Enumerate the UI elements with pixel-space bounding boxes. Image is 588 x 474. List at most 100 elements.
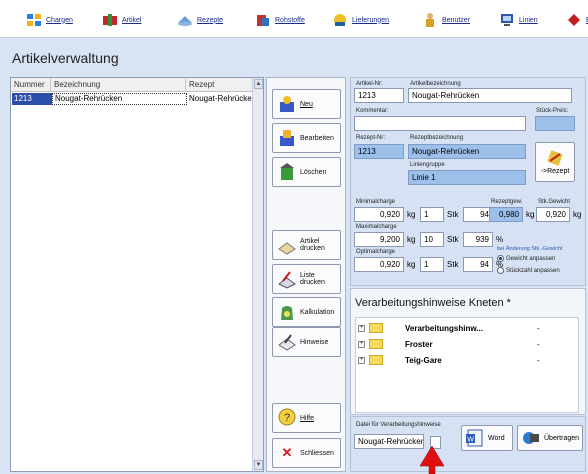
toolbar-benutzer-label: Benutzer bbox=[442, 16, 471, 24]
folder-icon bbox=[369, 323, 383, 333]
datei-field[interactable]: Nougat-Rehrücken bbox=[354, 434, 424, 449]
svg-text:?: ? bbox=[284, 412, 290, 424]
max-pct-field[interactable]: 939 bbox=[463, 232, 493, 247]
min-stk-field[interactable]: 1 bbox=[420, 207, 444, 222]
rezeptgew-unit: kg bbox=[526, 210, 535, 219]
radio-stueckzahl-label: Stückzahl anpassen bbox=[506, 267, 560, 274]
opt-kg-field[interactable]: 0,920 bbox=[354, 257, 404, 272]
radio-gewicht-anpassen[interactable]: Gewicht anpassen bbox=[497, 255, 555, 262]
radio-stueckzahl-anpassen[interactable]: Stückzahl anpassen bbox=[497, 267, 560, 274]
delete-icon bbox=[277, 162, 297, 182]
toolbar-lieferungen-label: Lieferungen bbox=[352, 16, 389, 24]
kommentar-field[interactable] bbox=[354, 116, 526, 131]
stk-gewicht-unit: kg bbox=[573, 210, 582, 219]
minimalcharge-label: Minimalcharge bbox=[356, 199, 396, 205]
hinweise-button[interactable]: Hinweise bbox=[272, 327, 341, 357]
rezeptbezeichnung-label: Rezeptbezeichnung bbox=[410, 135, 464, 141]
file-panel: Datei für Verarbeitungshinweise Nougat-R… bbox=[350, 416, 586, 472]
toolbar-rezepte-label: Rezepte bbox=[197, 16, 224, 24]
schliessen-button-label: Schliessen bbox=[300, 449, 334, 457]
word-button[interactable]: W Word bbox=[461, 425, 513, 451]
hinweise-button-label: Hinweise bbox=[300, 338, 329, 346]
artikel-drucken-button[interactable]: Artikel drucken bbox=[272, 230, 341, 260]
toolbar-rohstoffe[interactable]: Rohstoffe bbox=[255, 10, 305, 30]
column-header-rezept[interactable]: Rezept bbox=[186, 78, 253, 92]
toolbar-artikel-label: Artikel bbox=[122, 16, 142, 24]
max-kg-field[interactable]: 9,200 bbox=[354, 232, 404, 247]
scroll-down-icon[interactable]: ▼ bbox=[254, 460, 263, 470]
uebertragen-button[interactable]: Übertragen bbox=[517, 425, 583, 451]
opt-stk-field[interactable]: 1 bbox=[420, 257, 444, 272]
expand-icon[interactable]: + bbox=[358, 324, 365, 332]
stk-gewicht-field[interactable]: 0,920 bbox=[536, 207, 570, 222]
linien-icon bbox=[501, 14, 513, 26]
tree-row[interactable]: + Teig-Gare - bbox=[358, 353, 576, 367]
benutzer-icon bbox=[426, 13, 434, 27]
new-icon bbox=[277, 94, 297, 114]
scroll-up-icon[interactable]: ▲ bbox=[254, 79, 263, 89]
toolbar-linien[interactable]: Linien bbox=[499, 10, 538, 30]
rezept-button[interactable]: ->Rezept bbox=[535, 142, 575, 182]
kalkulation-button-label: Kalkulation bbox=[300, 308, 335, 316]
tree-row-name: Teig-Gare bbox=[405, 355, 442, 365]
toolbar-chargen[interactable]: Chargen bbox=[26, 10, 73, 30]
max-stk-field[interactable]: 10 bbox=[420, 232, 444, 247]
toolbar-benutzer[interactable]: Benutzer bbox=[422, 10, 470, 30]
expand-icon[interactable]: + bbox=[358, 356, 365, 364]
artikelbezeichnung-field[interactable]: Nougat-Rehrücken bbox=[408, 88, 572, 103]
min-kg-field[interactable]: 0,920 bbox=[354, 207, 404, 222]
processing-tree[interactable]: + Verarbeitungshinw... - + Froster - + T… bbox=[355, 317, 579, 413]
bearbeiten-button[interactable]: Bearbeiten bbox=[272, 123, 341, 153]
rezeptbezeichnung-field: Nougat-Rehrücken bbox=[408, 144, 526, 159]
stueck-preis-field[interactable] bbox=[535, 116, 575, 131]
tree-row-name: Verarbeitungshinw... bbox=[405, 323, 483, 333]
artikel-nr-field[interactable]: 1213 bbox=[354, 88, 404, 103]
rezepte-icon bbox=[178, 16, 192, 26]
liste-drucken-button[interactable]: Liste drucken bbox=[272, 264, 341, 294]
aenderung-label: bei Änderung Stk.-Gewicht bbox=[497, 246, 563, 252]
toolbar-artikel[interactable]: Artikel bbox=[102, 10, 141, 30]
stueck-preis-label: Stück-Preis: bbox=[536, 108, 569, 114]
svg-text:W: W bbox=[467, 437, 474, 444]
article-list[interactable]: Nummer Bezeichnung Rezept 1213 Nougat-Re… bbox=[10, 77, 264, 472]
maximalcharge-label: Maximalcharge bbox=[356, 224, 397, 230]
processing-title: Verarbeitungshinweise Kneten * bbox=[355, 297, 511, 309]
min-stk-unit: Stk bbox=[447, 210, 459, 219]
kalkulation-button[interactable]: Kalkulation bbox=[272, 297, 341, 327]
toolbar-rezepte[interactable]: Rezepte bbox=[177, 10, 223, 30]
liniengruppe-field: Linie 1 bbox=[408, 170, 526, 185]
lieferungen-icon bbox=[334, 14, 346, 26]
expand-icon[interactable]: + bbox=[358, 340, 365, 348]
tree-row[interactable]: + Froster - bbox=[358, 337, 576, 351]
folder-icon bbox=[369, 339, 383, 349]
toolbar-lieferungen[interactable]: Lieferungen bbox=[332, 10, 389, 30]
list-scrollbar[interactable]: ▲ ▼ bbox=[252, 78, 263, 471]
toolbar-et[interactable]: Et bbox=[566, 10, 588, 30]
toolbar-rohstoffe-label: Rohstoffe bbox=[275, 16, 305, 24]
action-button-column: Neu Bearbeiten Löschen Artikel drucken L… bbox=[266, 77, 346, 472]
edit-icon bbox=[277, 128, 297, 148]
artikel-nr-label: Artikel-Nr: bbox=[356, 81, 383, 87]
toolbar-chargen-label: Chargen bbox=[46, 16, 73, 24]
tree-row[interactable]: + Verarbeitungshinw... - bbox=[358, 321, 576, 335]
uebertragen-button-label: Übertragen bbox=[544, 434, 580, 442]
opt-stk-unit: Stk bbox=[447, 260, 459, 269]
article-detail-panel: Artikel-Nr: Artikelbezeichnung 1213 Noug… bbox=[350, 77, 586, 286]
rezept-nr-field: 1213 bbox=[354, 144, 404, 159]
column-header-bezeichnung[interactable]: Bezeichnung bbox=[51, 78, 186, 92]
neu-button[interactable]: Neu bbox=[272, 89, 341, 119]
neu-button-label: Neu bbox=[300, 100, 313, 108]
list-row[interactable]: 1213 Nougat-Rehrücken Nougat-Rehrücken bbox=[12, 93, 252, 105]
tree-row-value: - bbox=[537, 339, 540, 349]
loeschen-button[interactable]: Löschen bbox=[272, 157, 341, 187]
liniengruppe-label: Liniengruppe bbox=[410, 162, 445, 168]
liste-drucken-button-label: Liste drucken bbox=[300, 272, 325, 286]
loeschen-button-label: Löschen bbox=[300, 168, 327, 176]
max-kg-unit: kg bbox=[407, 235, 416, 244]
hilfe-button[interactable]: ? Hilfe bbox=[272, 403, 341, 433]
rezept-button-label: ->Rezept bbox=[540, 168, 570, 175]
opt-pct-field[interactable]: 94 bbox=[463, 257, 493, 272]
column-header-nummer[interactable]: Nummer bbox=[11, 78, 51, 92]
schliessen-button[interactable]: ✕ Schliessen bbox=[272, 438, 341, 468]
help-icon: ? bbox=[277, 408, 297, 428]
